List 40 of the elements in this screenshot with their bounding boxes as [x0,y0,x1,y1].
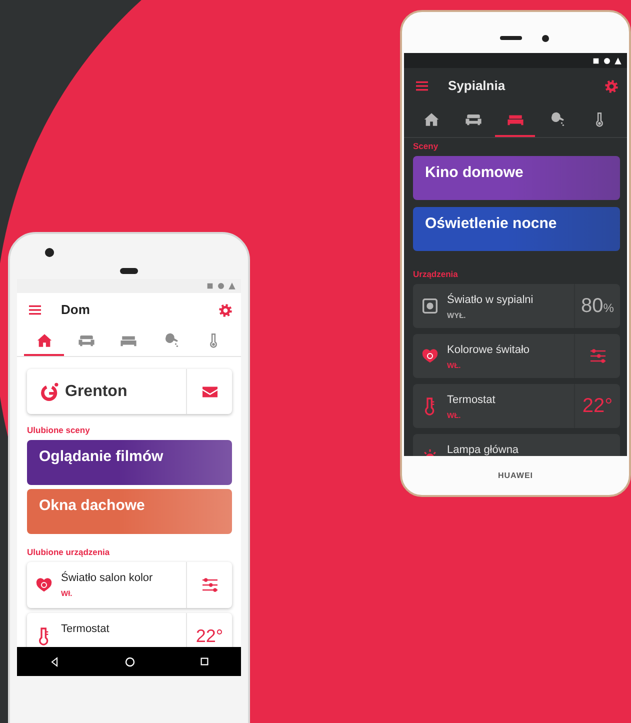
brand-label: HUAWEI [498,470,533,482]
logo-icon [39,380,61,402]
stop-status-icon [592,56,600,64]
scene-card[interactable]: Oglądanie filmów [27,440,232,485]
settings-icon [218,302,233,318]
settings-icon [604,78,619,94]
home-circle-icon [124,656,136,668]
scene-card[interactable]: Kino domowe [413,156,620,200]
brand-logo-text: Grenton [65,382,128,402]
speaker-grille [120,268,138,274]
device-reading: 80% [581,296,614,316]
screen-title: Sypialnia [448,77,506,96]
device-name: Termostat [447,392,496,408]
section-title: Urządzenia [413,268,459,280]
watering-can-icon [549,111,566,128]
device-name: Światło w sypialni [447,292,534,308]
front-camera [45,248,54,257]
circle-status-icon [217,282,225,290]
back-icon [48,656,60,668]
home-icon [422,111,440,128]
device-name: Kolorowe świtało [447,342,531,358]
stop-status-icon [206,282,214,290]
triangle-status-icon [228,282,236,290]
device-name: Lampa główna [447,442,520,456]
recents-icon [198,656,210,667]
section-title: Ulubione sceny [27,424,91,437]
speaker-grille [500,36,522,40]
device-reading: 22° [196,626,224,644]
home-icon [36,332,53,349]
triangle-status-icon [614,56,622,64]
watering-can-icon [162,332,180,349]
section-title: Sceny [413,140,440,153]
circle-status-icon [603,56,611,64]
section-title: Ulubione urządzenia [27,546,111,558]
device-name: Termostat [61,622,110,636]
scene-card[interactable]: Oświetlenie nocne [413,206,620,251]
front-camera [542,35,549,42]
screen-title: Dom [61,301,91,320]
device-name: Światło salon kolor [61,570,154,586]
device-reading: 22° [582,396,613,416]
